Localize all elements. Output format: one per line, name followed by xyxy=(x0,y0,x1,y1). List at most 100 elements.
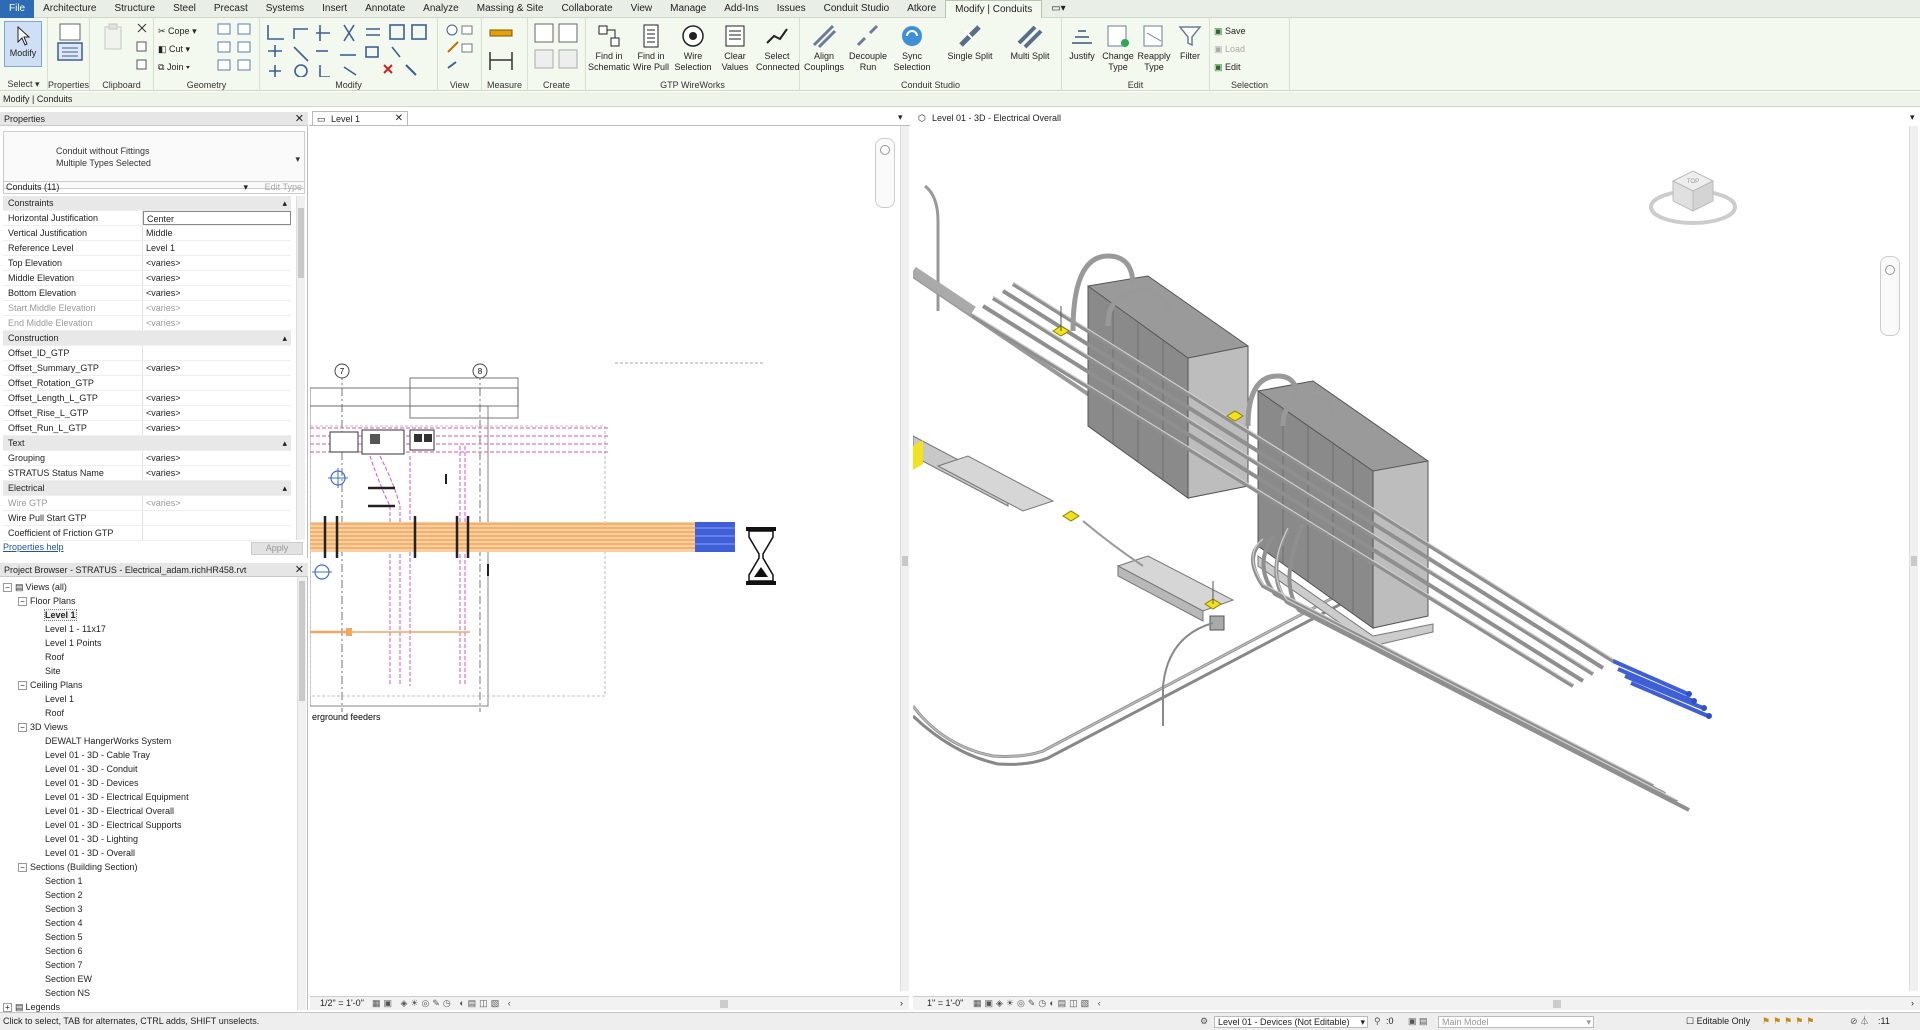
view-tools-icons[interactable] xyxy=(444,22,476,74)
quick-access-icon[interactable]: ▭▾ xyxy=(1042,0,1074,18)
browser-node[interactable]: − Floor Plans xyxy=(3,594,295,608)
close-icon[interactable]: ✕ xyxy=(295,112,304,126)
browser-node[interactable]: − Ceiling Plans xyxy=(3,678,295,692)
plan-scrollbar-v[interactable] xyxy=(900,126,909,991)
chevron-right-icon[interactable]: › xyxy=(900,997,903,1010)
cut-button[interactable]: ◧ Cut ▾ xyxy=(158,40,197,58)
tab-collaborate[interactable]: Collaborate xyxy=(552,0,621,18)
chevron-down-icon[interactable]: ▾ xyxy=(1910,112,1915,123)
property-section[interactable]: Construction ▴ xyxy=(3,331,291,346)
tab-architecture[interactable]: Architecture xyxy=(34,0,105,18)
3d-scale[interactable]: 1" = 1'-0" xyxy=(927,997,963,1010)
property-value[interactable]: Center xyxy=(143,211,291,225)
cope-button[interactable]: ✂ Cope ▾ xyxy=(158,22,197,40)
property-value[interactable]: <varies> xyxy=(143,421,291,435)
workset-select[interactable]: Level 01 - Devices (Not Editable) ▾ xyxy=(1214,1016,1368,1028)
tab-3d-electrical-overall[interactable]: ⬡ Level 01 - 3D - Electrical Overall xyxy=(914,111,1094,125)
view-control-icons[interactable]: ▦▣ ◈☀◎✎◷ ◐▤◫▧ ‹ xyxy=(372,997,514,1010)
property-section[interactable]: Electrical ▴ xyxy=(3,481,291,496)
tab-analyze[interactable]: Analyze xyxy=(414,0,468,18)
view-control-icons[interactable]: ▦▣◈☀◎✎◷◐▤◫▧ ‹ xyxy=(973,997,1104,1010)
3d-scrollbar-v[interactable] xyxy=(1909,126,1918,991)
tab-level-1[interactable]: ▭ Level 1 ✕ xyxy=(312,111,408,125)
browser-node[interactable]: Level 01 - 3D - Electrical Supports xyxy=(3,818,295,832)
plan-view-canvas[interactable]: 7 8 erground feeders xyxy=(310,126,909,991)
tab-view[interactable]: View xyxy=(622,0,662,18)
edit-button-3[interactable]: Filter xyxy=(1172,21,1208,62)
tab-precast[interactable]: Precast xyxy=(205,0,257,18)
create-tools-icons[interactable] xyxy=(533,22,581,76)
cs-button-2[interactable]: Sync Selection xyxy=(890,21,934,73)
cut-copy-icons[interactable] xyxy=(135,22,149,74)
cs-button-0[interactable]: Align Couplings xyxy=(802,21,846,73)
property-value[interactable] xyxy=(143,376,291,390)
property-value[interactable]: Level 1 xyxy=(143,241,291,255)
browser-node[interactable]: Section 6 xyxy=(3,944,295,958)
browser-node[interactable]: Level 01 - 3D - Devices xyxy=(3,776,295,790)
browser-node[interactable]: −3D Views xyxy=(3,720,295,734)
property-value[interactable]: <varies> xyxy=(143,466,291,480)
plan-scale[interactable]: 1/2" = 1'-0" xyxy=(320,997,364,1010)
tab-issues[interactable]: Issues xyxy=(768,0,815,18)
browser-node[interactable]: Level 1 Points xyxy=(3,636,295,650)
chevron-right-icon[interactable]: › xyxy=(1911,997,1914,1010)
property-value[interactable]: <varies> xyxy=(143,361,291,375)
category-filter[interactable]: Conduits (11) ▾ Edit Type xyxy=(3,181,305,194)
load-selection-button[interactable]: ▣ Load xyxy=(1214,40,1246,58)
browser-node[interactable]: Level 1 xyxy=(3,692,295,706)
gtp-button-3[interactable]: Clear Values xyxy=(714,21,756,73)
chevron-down-icon[interactable]: ▾ xyxy=(898,112,903,123)
browser-node[interactable]: Site xyxy=(3,664,295,678)
join-button[interactable]: ⧉ Join ▾ xyxy=(158,58,197,76)
tab-manage[interactable]: Manage xyxy=(661,0,715,18)
browser-node[interactable]: Section 1 xyxy=(3,874,295,888)
browser-node[interactable]: Section 5 xyxy=(3,930,295,944)
property-row[interactable]: Offset_Rotation_GTP xyxy=(3,376,291,391)
property-row[interactable]: Horizontal Justification Center xyxy=(3,211,291,226)
tab-atkore[interactable]: Atkore xyxy=(898,0,945,18)
plan-scrollbar-h[interactable] xyxy=(720,1000,728,1008)
property-row[interactable]: Coefficient of Friction GTP xyxy=(3,526,291,541)
property-row[interactable]: Offset_Length_L_GTP <varies> xyxy=(3,391,291,406)
property-row[interactable]: Middle Elevation <varies> xyxy=(3,271,291,286)
property-value[interactable]: <varies> xyxy=(143,451,291,465)
close-icon[interactable]: ✕ xyxy=(295,563,304,577)
collapse-icon[interactable]: ▴ xyxy=(143,436,291,450)
filter-icon[interactable]: ⚲ xyxy=(1374,1013,1381,1030)
cs-button-1[interactable]: Decouple Run xyxy=(846,21,890,73)
edit-button-0[interactable]: Justify xyxy=(1064,21,1100,62)
property-value[interactable]: <varies> xyxy=(143,271,291,285)
browser-node[interactable]: Level 01 - 3D - Electrical Overall xyxy=(3,804,295,818)
property-row[interactable]: Bottom Elevation <varies> xyxy=(3,286,291,301)
collapse-icon[interactable]: ▴ xyxy=(143,331,291,345)
modify-tools-icons[interactable] xyxy=(264,21,434,77)
property-value[interactable]: <varies> xyxy=(143,406,291,420)
collapse-icon[interactable]: − xyxy=(18,723,27,733)
browser-node[interactable]: Level 01 - 3D - Conduit xyxy=(3,762,295,776)
single-split-button[interactable]: Single Split xyxy=(940,21,1000,62)
browser-node[interactable]: Level 1 - 11x17 xyxy=(3,622,295,636)
edit-selection-button[interactable]: ▣ Edit xyxy=(1214,58,1246,76)
browser-node[interactable]: Section 2 xyxy=(3,888,295,902)
property-section[interactable]: Text ▴ xyxy=(3,436,291,451)
gtp-button-2[interactable]: Wire Selection xyxy=(672,21,714,73)
browser-node[interactable]: − ▤ Views (all) xyxy=(3,580,295,594)
apply-button[interactable]: Apply xyxy=(251,542,303,555)
property-row[interactable]: Offset_Run_L_GTP <varies> xyxy=(3,421,291,436)
plan-navigation-bar[interactable] xyxy=(875,138,895,208)
view-cube-icon[interactable]: TOP xyxy=(1648,159,1738,229)
expand-icon[interactable]: + xyxy=(3,1003,12,1013)
tab-annotate[interactable]: Annotate xyxy=(356,0,414,18)
3d-scrollbar-h[interactable] xyxy=(1553,1000,1561,1008)
property-row[interactable]: Vertical Justification Middle xyxy=(3,226,291,241)
browser-node[interactable]: Level 1 xyxy=(3,608,295,622)
collapse-icon[interactable]: ▴ xyxy=(143,481,291,495)
3d-navigation-bar[interactable] xyxy=(1880,256,1900,336)
collapse-icon[interactable]: ▴ xyxy=(143,196,291,210)
tab-conduit-studio[interactable]: Conduit Studio xyxy=(815,0,899,18)
browser-node[interactable]: Section 4 xyxy=(3,916,295,930)
collapse-icon[interactable]: − xyxy=(18,863,27,873)
tab-systems[interactable]: Systems xyxy=(257,0,313,18)
zoom-icon[interactable] xyxy=(880,145,890,155)
save-selection-button[interactable]: ▣ Save xyxy=(1214,22,1246,40)
